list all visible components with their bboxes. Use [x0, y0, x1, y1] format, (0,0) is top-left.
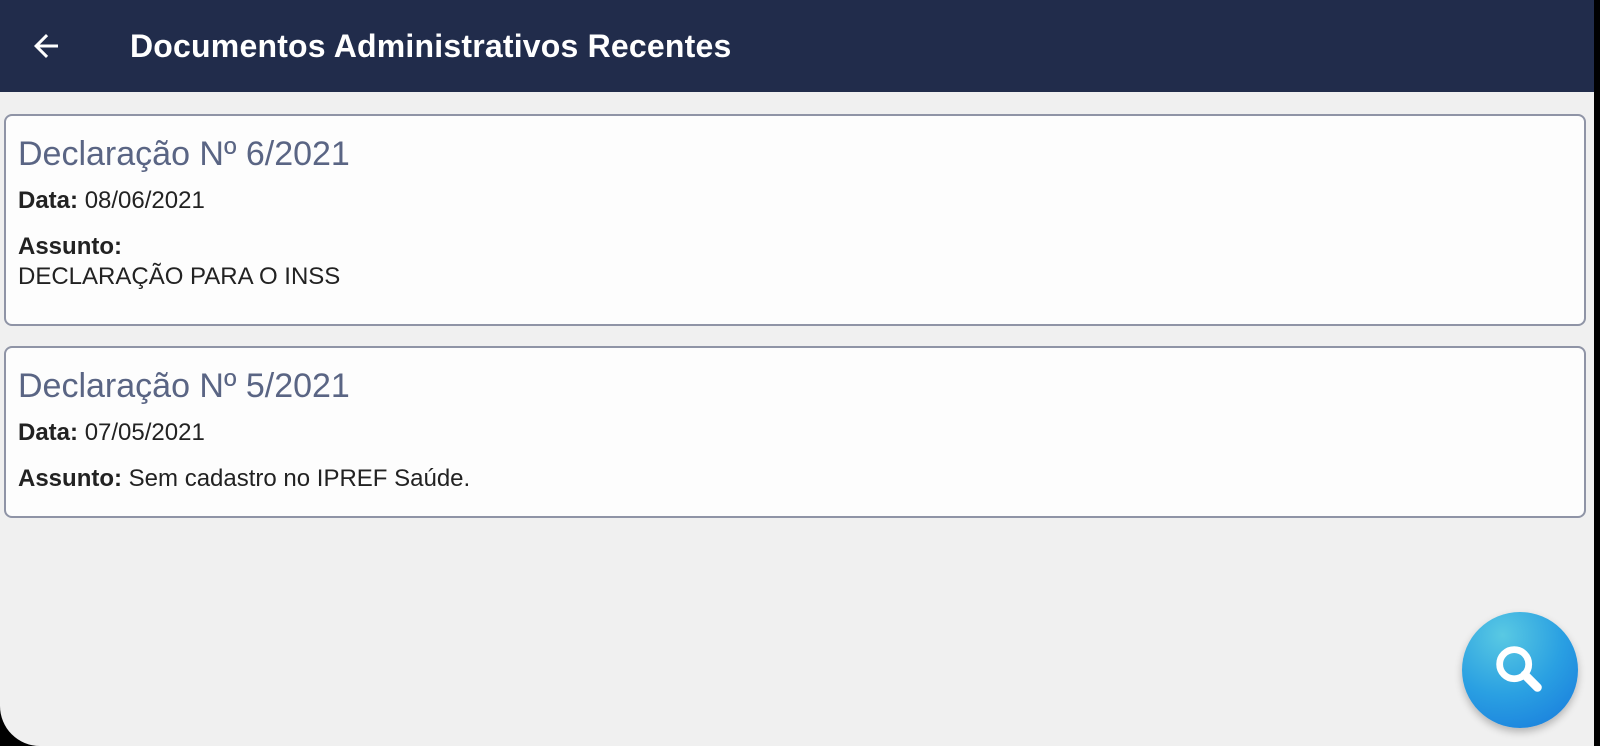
- document-subject: Assunto: Sem cadastro no IPREF Saúde.: [18, 464, 1572, 494]
- app-bar: Documentos Administrativos Recentes: [0, 0, 1594, 92]
- document-title: Declaração Nº 6/2021: [18, 135, 350, 173]
- back-button[interactable]: [18, 18, 74, 74]
- date-label: Data:: [18, 187, 79, 214]
- document-date: Data: 08/06/2021: [18, 186, 1572, 216]
- subject-label: Assunto:: [18, 233, 122, 260]
- subject-label: Assunto:: [18, 465, 122, 492]
- date-value: 07/05/2021: [84, 419, 205, 446]
- subject-value: DECLARAÇÃO PARA O INSS: [18, 263, 341, 290]
- document-list: Declaração Nº 6/2021 Data: 08/06/2021 As…: [4, 114, 1586, 538]
- date-value: 08/06/2021: [84, 187, 205, 214]
- document-title: Declaração Nº 5/2021: [18, 367, 350, 405]
- document-card[interactable]: Declaração Nº 5/2021 Data: 07/05/2021 As…: [4, 346, 1586, 518]
- search-icon: [1496, 646, 1542, 692]
- document-date: Data: 07/05/2021: [18, 418, 1572, 448]
- date-label: Data:: [18, 419, 79, 446]
- document-card[interactable]: Declaração Nº 6/2021 Data: 08/06/2021 As…: [4, 114, 1586, 326]
- search-fab-button[interactable]: [1462, 612, 1578, 728]
- page-title: Documentos Administrativos Recentes: [130, 27, 732, 64]
- subject-value: Sem cadastro no IPREF Saúde.: [128, 465, 471, 492]
- arrow-left-icon: [34, 34, 58, 58]
- app-screen: Documentos Administrativos Recentes Decl…: [0, 0, 1594, 746]
